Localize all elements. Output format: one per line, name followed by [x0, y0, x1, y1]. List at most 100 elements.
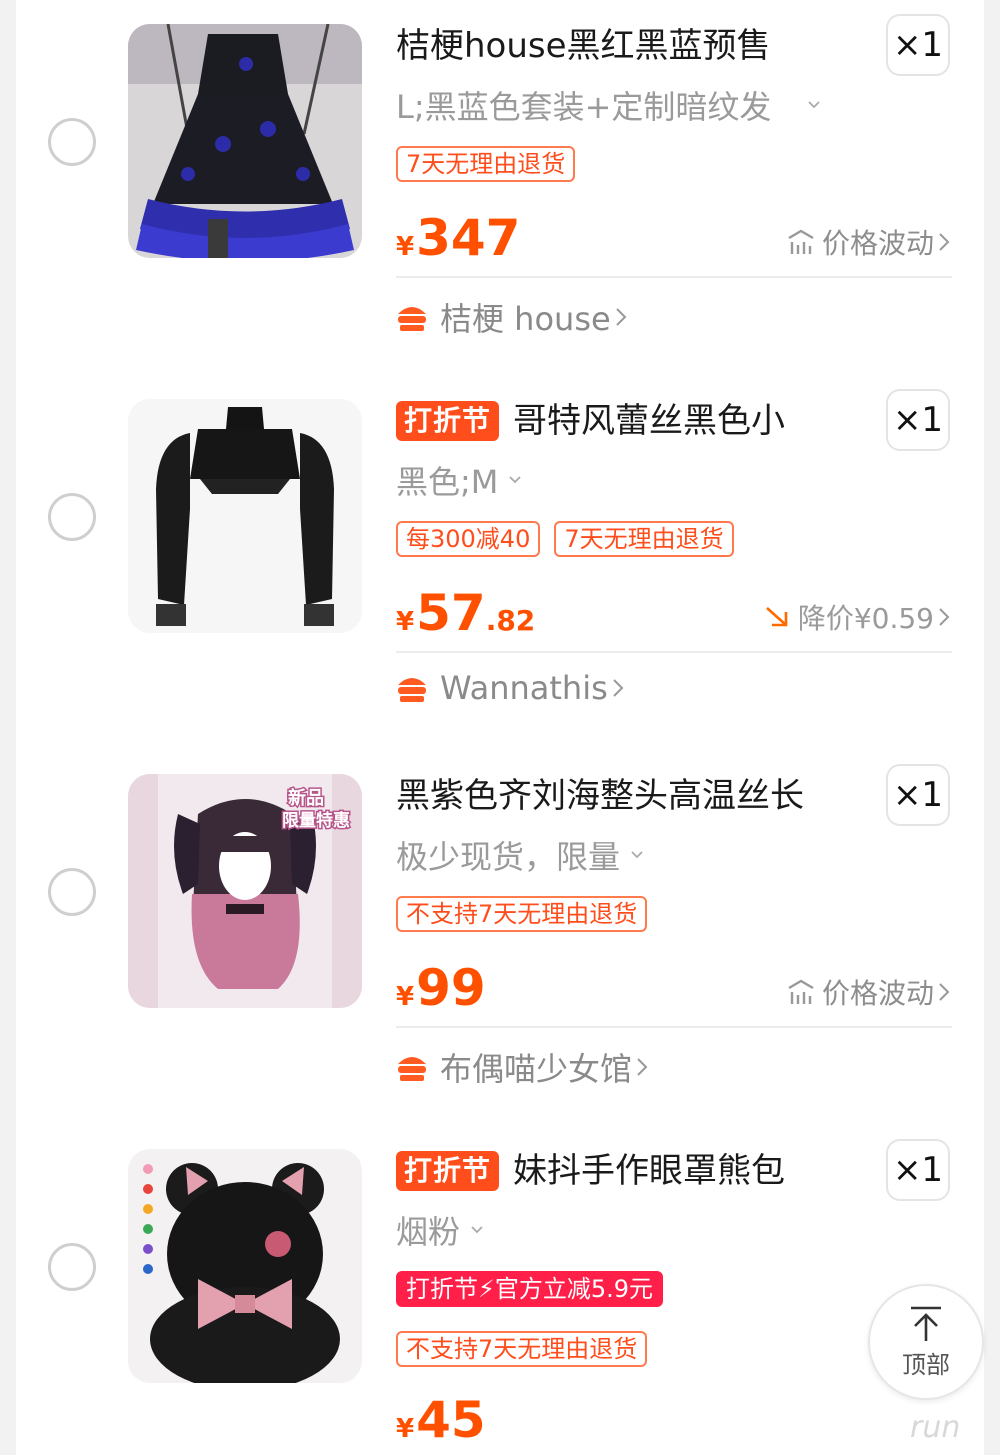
- arrow-down-right-icon: [765, 607, 788, 627]
- select-radio[interactable]: [48, 493, 96, 541]
- price: ¥ 347: [396, 208, 520, 268]
- title-row[interactable]: 打折节 妹抖手作眼罩熊包: [396, 1145, 846, 1197]
- price-trend-label: 价格波动: [821, 227, 934, 260]
- image-label: 限量特惠: [282, 810, 350, 831]
- chevron-right-icon: [939, 233, 950, 251]
- cart-item: 新品 限量特惠 黑紫色齐刘海整头高温丝长 ×1 极少现货，限量 不支持7天无理由…: [16, 750, 984, 1125]
- product-image[interactable]: 新品 限量特惠: [128, 774, 362, 1008]
- price-decimal: .82: [485, 604, 536, 637]
- chevron-right-icon: [939, 608, 950, 626]
- bear-bag-image: [128, 1149, 362, 1383]
- sku-text: 极少现货，限量: [396, 838, 621, 876]
- title-row[interactable]: 黑紫色齐刘海整头高温丝长: [396, 770, 846, 822]
- product-image[interactable]: [128, 399, 362, 633]
- back-to-top-label: 顶部: [902, 1350, 950, 1379]
- product-title[interactable]: 妹抖手作眼罩熊包: [513, 1145, 785, 1197]
- price-integer: 99: [416, 959, 486, 1017]
- product-title[interactable]: 桔梗house黑红黑蓝预售: [396, 20, 771, 72]
- dress-image: [128, 24, 362, 258]
- price-trend-link[interactable]: 价格波动: [786, 222, 950, 262]
- back-to-top-button[interactable]: 顶部: [868, 1284, 984, 1400]
- price: ¥ 57 .82: [396, 583, 535, 643]
- price-integer: 57: [416, 584, 486, 642]
- official-discount-badge: 打折节⚡官方立减5.9元: [396, 1271, 664, 1307]
- divider: [396, 651, 952, 653]
- shop-name: Wannathis: [440, 669, 608, 707]
- quantity-button[interactable]: ×1: [886, 389, 950, 451]
- promo-badges: 打折节⚡官方立减5.9元: [396, 1271, 664, 1307]
- store-icon: [398, 1057, 426, 1081]
- service-badges: 不支持7天无理由退货: [396, 1331, 648, 1367]
- service-badges: 每300减40 7天无理由退货: [396, 521, 734, 557]
- price-drop-link[interactable]: 降价¥0.59: [762, 597, 950, 637]
- store-icon: [398, 307, 426, 331]
- sku-selector[interactable]: 黑色;M: [396, 457, 522, 503]
- watermark: run: [910, 1410, 961, 1445]
- chevron-down-icon: [509, 476, 522, 484]
- select-radio[interactable]: [48, 1243, 96, 1291]
- sku-selector[interactable]: L;黑蓝色套装+定制暗纹发: [396, 82, 821, 128]
- wig-image: 新品 限量特惠: [128, 774, 362, 1008]
- select-radio[interactable]: [48, 118, 96, 166]
- sku-selector[interactable]: 烟粉: [396, 1207, 484, 1253]
- service-badges: 不支持7天无理由退货: [396, 896, 648, 932]
- currency-symbol: ¥: [396, 982, 415, 1012]
- chevron-right-icon: [637, 1058, 648, 1076]
- sku-text: 黑色;M: [396, 463, 499, 501]
- chevron-right-icon: [613, 679, 624, 697]
- return-policy-badge: 不支持7天无理由退货: [396, 1331, 648, 1367]
- title-row[interactable]: 打折节 哥特风蕾丝黑色小: [396, 395, 846, 447]
- price-integer: 347: [416, 209, 521, 267]
- price-integer: 45: [416, 1391, 486, 1449]
- return-policy-badge: 7天无理由退货: [554, 521, 734, 557]
- sku-text: 烟粉: [396, 1213, 461, 1251]
- price-trend-icon: [788, 979, 814, 1004]
- price-trend-icon: [788, 229, 814, 254]
- service-badges: 7天无理由退货: [396, 146, 576, 182]
- cart-item: 打折节 妹抖手作眼罩熊包 ×1 烟粉 打折节⚡官方立减5.9元 不支持7天无理由…: [16, 1125, 984, 1455]
- arrow-up-icon: [911, 1306, 941, 1341]
- promo-tag: 打折节: [396, 401, 500, 441]
- title-row[interactable]: 桔梗house黑红黑蓝预售: [396, 20, 846, 72]
- chevron-down-icon: [471, 1226, 483, 1234]
- product-image[interactable]: [128, 1149, 362, 1383]
- return-policy-badge: 不支持7天无理由退货: [396, 896, 648, 932]
- quantity-button[interactable]: ×1: [886, 1139, 950, 1201]
- quantity-button[interactable]: ×1: [886, 764, 950, 826]
- currency-symbol: ¥: [396, 232, 415, 262]
- price-drop-label: 降价¥0.59: [797, 602, 934, 635]
- select-radio[interactable]: [48, 868, 96, 916]
- shop-name: 布偶喵少女馆: [440, 1050, 633, 1088]
- cart-item: 打折节 哥特风蕾丝黑色小 ×1 黑色;M 每300减40 7天无理由退货 ¥ 5…: [16, 375, 984, 750]
- sku-text: L;黑蓝色套装+定制暗纹发: [396, 88, 772, 126]
- promo-tag: 打折节: [396, 1151, 500, 1191]
- bolero-image: [128, 399, 362, 633]
- chevron-down-icon: [808, 101, 821, 109]
- divider: [396, 1026, 952, 1028]
- price: ¥ 45: [396, 1390, 486, 1450]
- chevron-down-icon: [631, 851, 643, 859]
- currency-symbol: ¥: [396, 1414, 415, 1444]
- cart-item: 桔梗house黑红黑蓝预售 ×1 L;黑蓝色套装+定制暗纹发 7天无理由退货 ¥…: [16, 0, 984, 375]
- chevron-right-icon: [615, 308, 627, 326]
- price-trend-link[interactable]: 价格波动: [786, 972, 950, 1012]
- product-image[interactable]: [128, 24, 362, 258]
- divider: [396, 276, 952, 278]
- return-policy-badge: 7天无理由退货: [396, 146, 576, 182]
- discount-badge: 每300减40: [396, 521, 541, 557]
- sku-selector[interactable]: 极少现货，限量: [396, 832, 644, 878]
- shop-link[interactable]: Wannathis: [396, 669, 624, 707]
- chevron-right-icon: [939, 983, 950, 1001]
- product-title[interactable]: 哥特风蕾丝黑色小: [513, 395, 785, 447]
- shop-name: 桔梗 house: [440, 300, 611, 338]
- shop-link[interactable]: 布偶喵少女馆: [396, 1044, 648, 1090]
- currency-symbol: ¥: [396, 607, 415, 637]
- store-icon: [398, 678, 426, 702]
- image-label: 新品: [288, 787, 324, 809]
- quantity-button[interactable]: ×1: [886, 14, 950, 76]
- shop-link[interactable]: 桔梗 house: [396, 294, 627, 340]
- product-title[interactable]: 黑紫色齐刘海整头高温丝长: [396, 770, 804, 822]
- cart-list: 桔梗house黑红黑蓝预售 ×1 L;黑蓝色套装+定制暗纹发 7天无理由退货 ¥…: [16, 0, 984, 1455]
- price: ¥ 99: [396, 958, 486, 1018]
- price-trend-label: 价格波动: [821, 977, 934, 1010]
